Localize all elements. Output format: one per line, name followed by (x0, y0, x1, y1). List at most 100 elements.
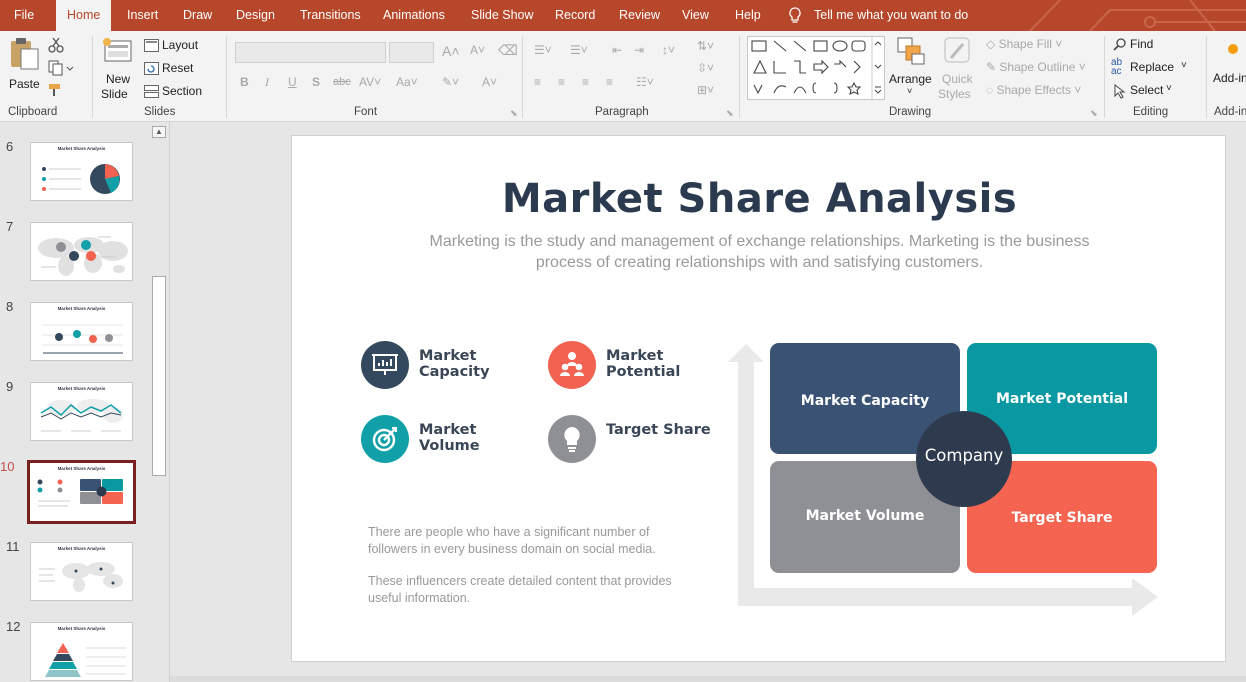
slide-thumbnail-8[interactable]: Market Share Analysis (30, 302, 133, 361)
feature-market-capacity[interactable]: Market Capacity (361, 341, 531, 393)
align-text-icon[interactable]: ⇳˅ (697, 61, 714, 75)
section-button[interactable]: Section (144, 83, 219, 101)
layout-button[interactable]: Layout (144, 37, 219, 55)
company-label: Company (924, 446, 1004, 465)
shape-fill-label: Shape Fill (998, 37, 1052, 51)
tab-view[interactable]: View (682, 0, 709, 31)
replace-button[interactable]: ab ac Replace ˅ (1111, 57, 1191, 77)
thumbnail-scrollbar[interactable]: ▲ (151, 124, 167, 680)
format-painter-icon[interactable] (48, 82, 64, 98)
slide-subtitle[interactable]: Marketing is the study and management of… (402, 231, 1117, 273)
underline-icon[interactable]: U (288, 75, 297, 89)
font-size-dropdown[interactable] (389, 42, 434, 63)
copy-icon[interactable] (48, 60, 76, 76)
numbering-icon[interactable]: ☰˅ (570, 43, 588, 57)
layout-icon (144, 39, 159, 52)
tab-slide-show[interactable]: Slide Show (471, 0, 534, 31)
tell-me-search[interactable]: Tell me what you want to do (788, 0, 968, 31)
character-spacing-icon[interactable]: AV˅ (359, 75, 381, 89)
feature-label: Market Volume (419, 422, 480, 454)
thumbnail-number: 12 (6, 619, 21, 634)
shape-effects-button[interactable]: ◌ Shape Effects ˅ (986, 83, 1081, 97)
font-dialog-launcher-icon[interactable]: ⬊ (510, 108, 518, 119)
quadrant-label: Market Capacity (800, 393, 930, 409)
body-paragraph-2[interactable]: These influencers create detailed conten… (368, 573, 688, 607)
shape-fill-button[interactable]: ◇ Shape Fill ˅ (986, 37, 1062, 51)
scrollbar-thumb[interactable] (152, 276, 166, 476)
tab-help[interactable]: Help (735, 0, 761, 31)
bold-icon[interactable]: B (240, 75, 249, 89)
feature-market-volume[interactable]: Market Volume (361, 415, 531, 467)
quadrant-label: Market Volume (805, 508, 925, 524)
reset-button[interactable]: Reset (144, 60, 219, 78)
tab-review[interactable]: Review (619, 0, 660, 31)
tab-home[interactable]: Home (56, 0, 112, 31)
cut-icon[interactable] (48, 37, 64, 53)
tab-insert[interactable]: Insert (127, 0, 158, 31)
shapes-gallery[interactable] (747, 36, 885, 100)
slide-thumbnail-6[interactable]: Market Share Analysis (30, 142, 133, 201)
reset-label: Reset (162, 61, 194, 75)
drawing-dialog-launcher-icon[interactable]: ⬊ (1090, 108, 1098, 119)
lightbulb-icon (548, 415, 596, 463)
slide-thumbnail-10[interactable]: Market Share Analysis (27, 460, 136, 524)
arrange-button[interactable]: Arrange ˅ (889, 36, 934, 102)
feature-target-share[interactable]: Target Share (548, 415, 718, 467)
decrease-indent-icon[interactable]: ⇤ (612, 43, 622, 57)
tab-file[interactable]: File (14, 0, 34, 31)
paste-button[interactable]: Paste (6, 37, 42, 97)
clear-formatting-icon[interactable]: ⌫ (498, 42, 518, 59)
slide-thumbnail-12[interactable]: Market Share Analysis (30, 622, 133, 681)
tab-draw[interactable]: Draw (183, 0, 212, 31)
justify-icon[interactable]: ≡ (606, 75, 613, 89)
scroll-up-icon[interactable]: ▲ (152, 126, 166, 138)
feature-market-potential[interactable]: Market Potential (548, 341, 718, 393)
find-button[interactable]: Find (1113, 37, 1193, 54)
align-center-icon[interactable]: ≡ (558, 75, 565, 89)
add-ins-button[interactable]: Add-ins (1212, 39, 1246, 99)
quick-styles-button[interactable]: Quick Styles (938, 36, 980, 102)
slide-thumbnail-9[interactable]: Market Share Analysis (30, 382, 133, 441)
thumbnail-preview (45, 643, 126, 677)
text-direction-icon[interactable]: ⇅˅ (697, 39, 714, 53)
smartart-icon[interactable]: ⊞˅ (697, 83, 714, 97)
select-button[interactable]: Select ˅ (1113, 83, 1193, 100)
tab-record[interactable]: Record (555, 0, 595, 31)
bullets-icon[interactable]: ☰˅ (534, 43, 552, 57)
find-label: Find (1130, 37, 1154, 51)
font-family-dropdown[interactable] (235, 42, 386, 63)
change-case-icon[interactable]: Aa˅ (396, 75, 418, 89)
new-slide-button[interactable]: New Slide (100, 37, 140, 103)
arrange-icon (897, 37, 925, 65)
align-left-icon[interactable]: ≡ (534, 75, 541, 89)
columns-icon[interactable]: ☷˅ (636, 75, 654, 89)
align-right-icon[interactable]: ≡ (582, 75, 589, 89)
highlight-icon[interactable]: ✎˅ (442, 75, 459, 89)
strikethrough-icon[interactable]: abc (333, 76, 351, 88)
slide-canvas[interactable]: Market Share Analysis Marketing is the s… (291, 135, 1226, 662)
people-icon (548, 341, 596, 389)
shadow-icon[interactable]: S (312, 75, 320, 89)
tab-animations[interactable]: Animations (383, 0, 445, 31)
increase-font-icon[interactable]: A˄ (442, 43, 460, 59)
feature-label: Market Potential (606, 348, 681, 380)
font-color-icon[interactable]: A˅ (482, 75, 497, 89)
new-slide-label-1: New (106, 72, 131, 86)
increase-indent-icon[interactable]: ⇥ (634, 43, 644, 57)
decrease-font-icon[interactable]: A˅ (470, 43, 485, 57)
slide-title[interactable]: Market Share Analysis (292, 176, 1227, 222)
company-circle[interactable]: Company (916, 411, 1012, 507)
paragraph-dialog-launcher-icon[interactable]: ⬊ (726, 108, 734, 119)
tab-transitions[interactable]: Transitions (300, 0, 361, 31)
feature-label: Target Share (606, 422, 711, 438)
replace-icon: ab ac (1111, 57, 1123, 77)
slide-thumbnail-7[interactable] (30, 222, 133, 281)
shape-effects-label: Shape Effects (996, 83, 1071, 97)
shape-outline-button[interactable]: ✎ Shape Outline ˅ (986, 60, 1086, 74)
tab-design[interactable]: Design (236, 0, 275, 31)
select-label: Select (1130, 83, 1164, 97)
italic-icon[interactable]: I (265, 75, 269, 90)
line-spacing-icon[interactable]: ↕˅ (662, 43, 675, 57)
body-paragraph-1[interactable]: There are people who have a significant … (368, 524, 688, 558)
slide-thumbnail-11[interactable]: Market Share Analysis (30, 542, 133, 601)
